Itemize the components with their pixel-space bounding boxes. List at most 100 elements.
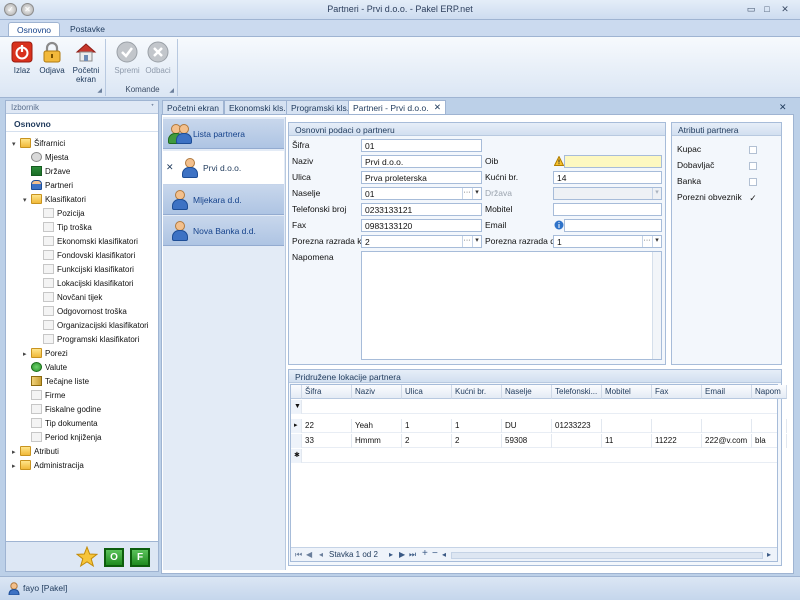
tree-item-administracija[interactable]: ▸ Administracija — [12, 459, 84, 473]
napomena-scrollbar[interactable] — [652, 252, 661, 359]
ellipsis-icon[interactable]: ··· — [462, 236, 471, 247]
o-button[interactable]: O — [104, 548, 124, 567]
group-launcher-icon[interactable]: ◢ — [169, 87, 174, 94]
minimize-icon[interactable]: ▭ — [744, 4, 758, 16]
chevron-down-icon[interactable]: ▾ — [472, 236, 481, 247]
table-cell[interactable]: 01233223 — [552, 419, 602, 433]
grid-filter-row[interactable]: ▼ — [291, 400, 777, 414]
tree-item-partneri[interactable]: Partneri — [31, 179, 73, 193]
tree-item-tecajne-liste[interactable]: Tečajne liste — [31, 375, 89, 389]
table-cell[interactable]: bla — [752, 434, 787, 448]
table-cell[interactable]: 33 — [302, 434, 352, 448]
chevron-down-icon[interactable]: ▾ — [652, 236, 661, 247]
collapse-arrow-icon[interactable]: ▾ — [23, 194, 31, 208]
grid-column-header[interactable]: Šifra — [302, 385, 352, 399]
tree-item-mjesta[interactable]: Mjesta — [31, 151, 69, 165]
nav-item-nova-banka[interactable]: Nova Banka d.d. — [163, 216, 284, 246]
grid-column-header[interactable]: Fax — [652, 385, 702, 399]
table-cell[interactable]: 1 — [452, 419, 502, 433]
odbaci-button[interactable]: Odbaci — [144, 41, 172, 75]
horizontal-scrollbar[interactable] — [451, 552, 763, 559]
tree-item-fondovski[interactable]: Fondovski klasifikatori — [43, 249, 135, 263]
drzava-field[interactable]: ▾ — [553, 187, 662, 200]
table-cell[interactable]: 2 — [402, 434, 452, 448]
table-cell[interactable]: DU — [502, 419, 552, 433]
table-cell[interactable]: 222@v.com — [702, 434, 752, 448]
tree-item-atributi[interactable]: ▸ Atributi — [12, 445, 59, 459]
table-cell[interactable]: Yeah — [352, 419, 402, 433]
tree-item-tip-troska[interactable]: Tip troška — [43, 221, 92, 235]
tree-item-porezi[interactable]: ▸ Porezi — [23, 347, 68, 361]
close-tab-icon[interactable]: ✕ — [434, 102, 441, 113]
expand-arrow-icon[interactable]: ▸ — [12, 460, 20, 474]
attribute-checkbox[interactable] — [749, 178, 757, 186]
last-page-icon[interactable]: ⏭ — [409, 550, 416, 560]
spremi-button[interactable]: Spremi — [113, 41, 141, 75]
ellipsis-icon[interactable]: ··· — [462, 188, 471, 199]
table-cell[interactable] — [652, 419, 702, 433]
attribute-checkbox[interactable] — [749, 146, 757, 154]
scroll-left-icon[interactable]: ◂ — [442, 550, 446, 559]
grid-column-header[interactable]: Kućni br. — [452, 385, 502, 399]
tree-item-drzave[interactable]: Države — [31, 165, 70, 179]
naziv-field[interactable]: Prvi d.o.o. — [361, 155, 482, 168]
tree-item-funkcijski[interactable]: Funkcijski klasifikatori — [43, 263, 134, 277]
table-cell[interactable] — [702, 419, 752, 433]
mobitel-field[interactable] — [553, 203, 662, 216]
telefon-field[interactable]: 0233133121 — [361, 203, 482, 216]
first-page-icon[interactable]: ⏮ — [295, 550, 302, 560]
table-cell[interactable] — [602, 419, 652, 433]
new-row-icon[interactable]: ✱ — [291, 449, 302, 463]
porezna-d-field[interactable]: 1 ··· ▾ — [553, 235, 662, 248]
remove-row-icon[interactable]: − — [432, 548, 438, 559]
tree-item-tip-dokumenta[interactable]: Tip dokumenta — [31, 417, 98, 431]
table-cell[interactable] — [752, 419, 787, 433]
tree-item-programski[interactable]: Programski klasifikatori — [43, 333, 139, 347]
expand-arrow-icon[interactable]: ▸ — [12, 446, 20, 460]
collapse-arrow-icon[interactable]: ▾ — [12, 138, 20, 152]
chevron-down-icon[interactable]: ▾ — [652, 188, 661, 199]
napomena-textarea[interactable] — [361, 251, 662, 360]
group-launcher-icon[interactable]: ◢ — [97, 87, 102, 94]
table-cell[interactable]: 2 — [452, 434, 502, 448]
ulica-field[interactable]: Prva proleterska — [361, 171, 482, 184]
close-window-icon[interactable]: ✕ — [778, 4, 792, 16]
fax-field[interactable]: 0983133120 — [361, 219, 482, 232]
naselje-field[interactable]: 01 ··· ▾ — [361, 187, 482, 200]
tree-item-fiskalne-godine[interactable]: Fiskalne godine — [31, 403, 101, 417]
close-document-icon[interactable]: ✕ — [779, 102, 787, 113]
row-indicator[interactable] — [291, 434, 302, 448]
next-icon[interactable]: ▸ — [389, 550, 393, 559]
row-indicator[interactable]: ▸ — [291, 419, 302, 433]
add-row-icon[interactable]: + — [422, 548, 428, 559]
email-field[interactable] — [564, 219, 662, 232]
grid-column-header[interactable]: Ulica — [402, 385, 452, 399]
prev-icon[interactable]: ◂ — [319, 550, 323, 559]
oib-field[interactable] — [564, 155, 662, 168]
expand-arrow-icon[interactable]: ▸ — [23, 348, 31, 362]
table-cell[interactable]: 59308 — [502, 434, 552, 448]
grid-column-header[interactable]: Naselje — [502, 385, 552, 399]
prev-page-icon[interactable]: ◀ — [306, 550, 312, 559]
partner-list-header[interactable]: Lista partnera — [163, 119, 284, 149]
tab-postavke[interactable]: Postavke — [62, 22, 113, 37]
table-row[interactable]: ▸ 22 Yeah 1 1 DU 01233223 — [291, 419, 787, 433]
table-cell[interactable]: Hmmm — [352, 434, 402, 448]
close-item-icon[interactable]: ✕ — [166, 162, 174, 173]
tree-item-novcani-tijek[interactable]: Novčani tijek — [43, 291, 102, 305]
tab-osnovno[interactable]: Osnovno — [8, 22, 61, 37]
tab-pocetni-ekran[interactable]: Početni ekran — [162, 100, 224, 115]
pocetni-ekran-button[interactable]: Početni ekran — [70, 41, 102, 84]
table-cell[interactable]: 11222 — [652, 434, 702, 448]
odjava-button[interactable]: Odjava — [38, 41, 66, 75]
table-cell[interactable]: 11 — [602, 434, 652, 448]
tree-item-lokacijski[interactable]: Lokacijski klasifikatori — [43, 277, 133, 291]
grid-new-row[interactable]: ✱ — [291, 449, 777, 463]
grid-column-header[interactable]: Mobitel — [602, 385, 652, 399]
grid-column-header[interactable]: Napom — [752, 385, 787, 399]
izlaz-button[interactable]: Izlaz — [8, 41, 36, 75]
pin-icon[interactable]: ᐩ — [151, 102, 154, 111]
tab-programski-kls[interactable]: Programski kls. — [286, 100, 355, 115]
tab-partneri[interactable]: Partneri - Prvi d.o.o. ✕ — [348, 100, 446, 115]
grid-column-header[interactable]: Telefonski... — [552, 385, 602, 399]
